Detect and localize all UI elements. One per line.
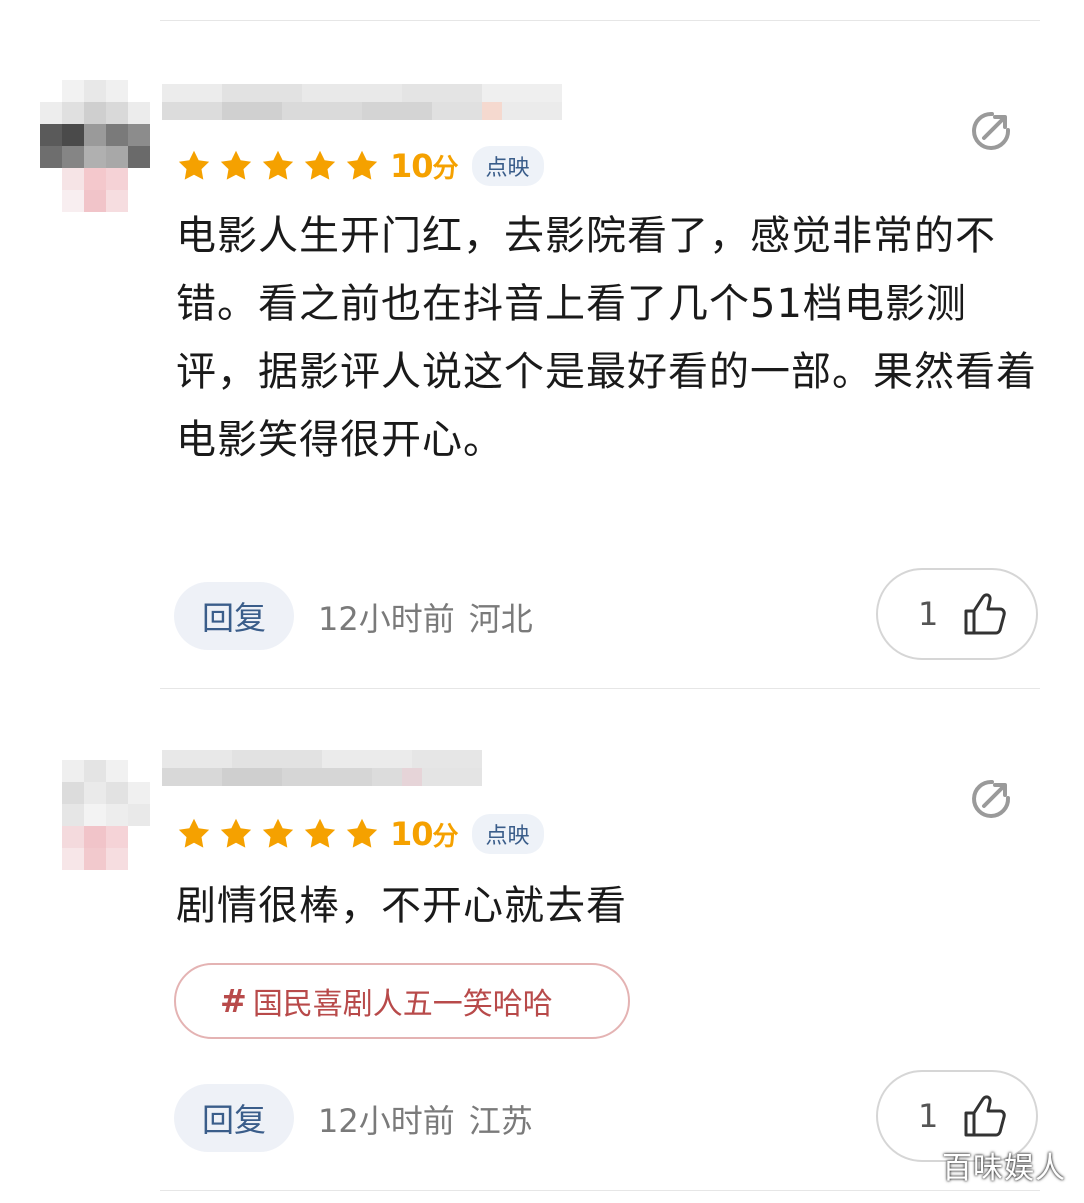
source-badge: 点映 [471,814,544,854]
star-icon [178,150,210,180]
avatar[interactable] [40,72,150,222]
share-icon [972,779,1011,818]
avatar[interactable] [40,752,150,902]
top-divider [160,20,1040,21]
rating-score: 10分 [390,815,459,853]
comment-location: 江苏 [468,1102,533,1140]
rating-score: 10分 [390,147,459,185]
rating-row: 10分 点映 [176,814,544,854]
hashtag-icon: # [220,982,247,1020]
star-icon [262,818,294,848]
comment-text: 电影人生开门红，去影院看了，感觉非常的不错。看之前也在抖音上看了几个51档电影测… [176,213,1037,463]
rating-row: 10分 点映 [176,146,544,186]
comment-meta: 12小时前 河北 [318,594,547,640]
source-badge: 点映 [471,146,544,186]
like-count: 1 [918,595,939,633]
star-icon [262,150,294,180]
star-icon [304,150,336,180]
share-button[interactable] [968,108,1014,154]
star-icon [346,150,378,180]
comment-meta: 12小时前 江苏 [318,1096,547,1142]
star-icon [178,818,210,848]
share-icon [972,111,1011,150]
username[interactable] [162,80,572,128]
star-icon [220,150,252,180]
username[interactable] [162,746,572,794]
topic-label: 国民喜剧人五一笑哈哈 [252,987,553,1022]
comment-location: 河北 [468,600,533,638]
topic-tag[interactable]: # 国民喜剧人五一笑哈哈 [174,963,630,1039]
star-icon [220,818,252,848]
like-count: 1 [918,1097,939,1135]
comment-footer: 回复 12小时前 河北 1 [174,568,1044,672]
star-icon [346,818,378,848]
comment-time: 12小时前 [318,600,455,638]
comment-footer: 回复 12小时前 江苏 1 [174,1070,1044,1174]
like-button[interactable]: 1 [876,568,1038,660]
thumbs-up-icon [964,1095,1007,1137]
reply-button[interactable]: 回复 [174,1084,294,1152]
reply-button[interactable]: 回复 [174,582,294,650]
watermark: 百味娱人 [942,1151,1066,1186]
comment-text: 剧情很棒，不开心就去看 [176,883,627,929]
comment-divider [160,688,1040,689]
comment-time: 12小时前 [318,1102,455,1140]
share-button[interactable] [968,776,1014,822]
bottom-divider [160,1190,1040,1191]
thumbs-up-icon [964,593,1007,635]
star-icon [304,818,336,848]
